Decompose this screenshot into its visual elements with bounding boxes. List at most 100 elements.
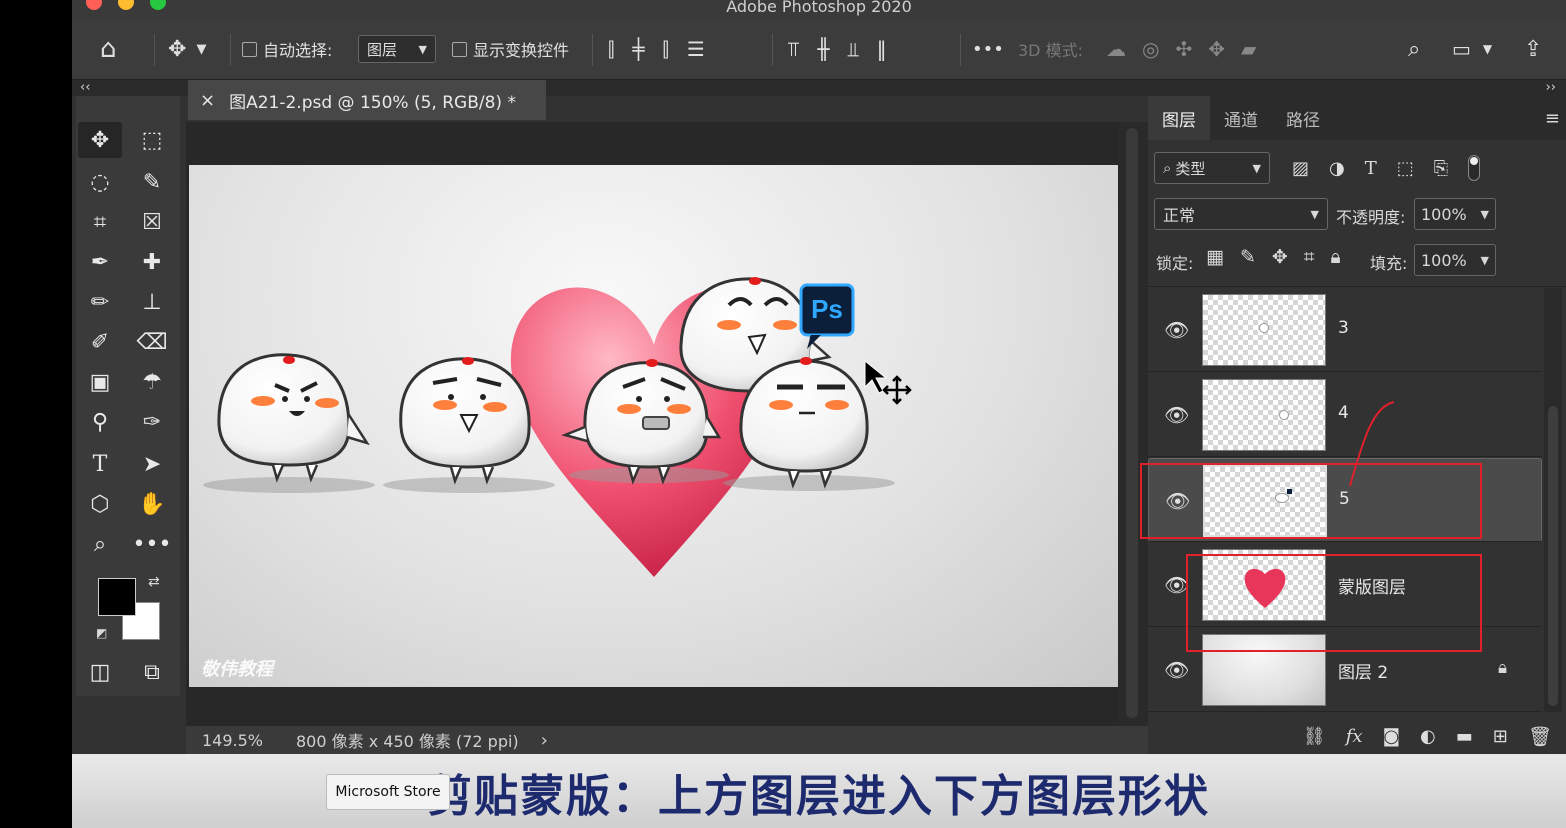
opacity-input[interactable]: 100% ▼ bbox=[1414, 198, 1496, 230]
tab-layers[interactable]: 图层 bbox=[1148, 96, 1210, 140]
adjustment-filter-icon[interactable]: ◑ bbox=[1329, 158, 1345, 179]
fx-button[interactable]: fx bbox=[1346, 726, 1363, 747]
eraser-tool-icon[interactable]: ⌫ bbox=[130, 324, 174, 360]
crop-tool-icon[interactable]: ⌗ bbox=[78, 204, 122, 240]
close-tab-icon[interactable]: × bbox=[200, 90, 215, 111]
history-brush-icon[interactable]: ✐ bbox=[78, 324, 122, 360]
frame-tool-icon[interactable]: ☒ bbox=[130, 204, 174, 240]
align-bottom-icon[interactable]: ⫫ bbox=[847, 37, 876, 61]
workspace-icon[interactable]: ▭ ▼ bbox=[1452, 18, 1492, 80]
more-options-button[interactable]: ••• bbox=[972, 18, 1004, 80]
lock-all-icon[interactable]: 🔒︎ bbox=[1331, 246, 1341, 268]
fill-input[interactable]: 100% ▼ bbox=[1414, 244, 1496, 276]
move-tool-icon[interactable]: ✥ bbox=[78, 122, 122, 158]
align-left-icon[interactable]: ⫿ bbox=[608, 37, 632, 61]
shape-filter-icon[interactable]: ⬚ bbox=[1397, 158, 1414, 179]
add-mask-icon[interactable]: ◙ bbox=[1383, 726, 1400, 747]
pen-tool-icon[interactable]: ✑ bbox=[130, 404, 174, 440]
distribute-h-icon[interactable]: ☰ bbox=[687, 37, 723, 61]
checkbox-box[interactable] bbox=[242, 41, 257, 57]
more-tools-icon[interactable]: ••• bbox=[130, 526, 174, 562]
chevron-down-icon[interactable]: ▼ bbox=[1481, 254, 1489, 267]
scroll-thumb[interactable] bbox=[1126, 128, 1138, 718]
dodge-tool-icon[interactable]: ⚲ bbox=[78, 404, 122, 440]
stamp-tool-icon[interactable]: ⊥ bbox=[130, 284, 174, 320]
share-icon[interactable]: ⇪ bbox=[1524, 18, 1542, 80]
status-menu-arrow[interactable]: › bbox=[541, 730, 548, 751]
move-tool-preset-icon[interactable]: ✥ ▼ bbox=[168, 18, 206, 80]
lock-position-icon[interactable]: ✥ bbox=[1272, 246, 1288, 268]
lock-artboard-icon[interactable]: ⌗ bbox=[1304, 246, 1315, 268]
close-window-button[interactable] bbox=[86, 0, 102, 10]
layers-scrollbar[interactable] bbox=[1544, 288, 1562, 712]
align-top-icon[interactable]: ⫪ bbox=[788, 37, 817, 61]
smudge-tool-icon[interactable]: ☂ bbox=[130, 364, 174, 400]
new-layer-icon[interactable]: ⊞ bbox=[1493, 726, 1508, 747]
slide-3d-icon[interactable]: ✥ bbox=[1208, 37, 1241, 61]
tab-channels[interactable]: 通道 bbox=[1210, 96, 1272, 140]
layer-name[interactable]: 图层 2 bbox=[1338, 658, 1388, 683]
auto-select-checkbox[interactable]: 自动选择: bbox=[242, 18, 332, 80]
chevron-down-icon[interactable]: ▼ bbox=[1481, 208, 1489, 221]
shape-tool-icon[interactable]: ⬡ bbox=[78, 486, 122, 522]
path-select-tool-icon[interactable]: ➤ bbox=[130, 446, 174, 482]
adjustment-layer-icon[interactable]: ◐ bbox=[1420, 726, 1436, 747]
scale-3d-icon[interactable]: ▰ bbox=[1241, 37, 1272, 61]
document-canvas[interactable]: Ps 敬伟教程 bbox=[189, 165, 1118, 687]
align-right-icon[interactable]: ⫿ bbox=[662, 37, 686, 61]
pan-3d-icon[interactable]: ✣ bbox=[1175, 37, 1208, 61]
smart-object-filter-icon[interactable]: ⎘ bbox=[1434, 158, 1448, 179]
checkbox-box[interactable] bbox=[452, 41, 467, 57]
swap-colors-icon[interactable]: ⇄ bbox=[148, 574, 160, 590]
align-buttons[interactable]: ⫿ ╪ ⫿ ☰ bbox=[608, 18, 723, 80]
blend-mode-select[interactable]: 正常 ▼ bbox=[1154, 198, 1328, 230]
filter-toggle[interactable] bbox=[1468, 155, 1481, 181]
screen-mode-icon[interactable]: ⧉ bbox=[130, 654, 174, 690]
default-colors-icon[interactable]: ◩ bbox=[96, 626, 107, 640]
lock-transparent-icon[interactable]: ▦ bbox=[1206, 246, 1224, 268]
brush-tool-icon[interactable]: ✏ bbox=[78, 284, 122, 320]
zoom-window-button[interactable] bbox=[150, 0, 166, 10]
layer-filter-select[interactable]: ⌕ 类型 ▼ bbox=[1154, 152, 1270, 184]
home-icon[interactable]: ⌂ bbox=[100, 18, 117, 80]
scroll-thumb[interactable] bbox=[1548, 406, 1558, 706]
foreground-color-swatch[interactable] bbox=[98, 578, 136, 616]
align-vertical-buttons[interactable]: ⫪ ╫ ⫫ ‖ bbox=[788, 18, 905, 80]
hand-tool-icon[interactable]: ✋ bbox=[130, 486, 174, 522]
image-filter-icon[interactable]: ▨ bbox=[1292, 158, 1309, 179]
zoom-tool-icon[interactable]: ⌕ bbox=[78, 526, 122, 562]
type-tool-icon[interactable]: T bbox=[78, 446, 122, 482]
auto-select-target-select[interactable]: 图层 ▼ bbox=[358, 18, 436, 80]
eyedropper-tool-icon[interactable]: ✒ bbox=[78, 244, 122, 280]
quick-mask-icon[interactable]: ◫ bbox=[78, 654, 122, 690]
tab-paths[interactable]: 路径 bbox=[1272, 96, 1334, 140]
quick-select-tool-icon[interactable]: ✎ bbox=[130, 164, 174, 200]
layer-row[interactable]: 👁︎ 3 bbox=[1148, 288, 1542, 372]
healing-tool-icon[interactable]: ✚ bbox=[130, 244, 174, 280]
align-hcenter-icon[interactable]: ╪ bbox=[632, 37, 662, 61]
lock-pixels-icon[interactable]: ✎ bbox=[1240, 246, 1256, 268]
align-vcenter-icon[interactable]: ╫ bbox=[817, 37, 847, 61]
search-icon[interactable]: ⌕ bbox=[1408, 18, 1420, 80]
roll-3d-icon[interactable]: ◎ bbox=[1142, 37, 1175, 61]
visibility-eye-icon[interactable]: 👁︎ bbox=[1164, 658, 1189, 682]
visibility-eye-icon[interactable]: 👁︎ bbox=[1164, 318, 1189, 342]
show-transform-checkbox[interactable]: 显示变换控件 bbox=[452, 18, 569, 80]
type-filter-icon[interactable]: T bbox=[1365, 158, 1377, 179]
visibility-eye-icon[interactable]: 👁︎ bbox=[1164, 403, 1189, 427]
orbit-3d-icon[interactable]: ☁ bbox=[1106, 37, 1142, 61]
delete-layer-icon[interactable]: 🗑︎ bbox=[1528, 725, 1552, 748]
lasso-tool-icon[interactable]: ◌ bbox=[78, 164, 122, 200]
new-group-icon[interactable]: ▬ bbox=[1456, 726, 1473, 747]
zoom-level[interactable]: 149.5% bbox=[202, 731, 294, 750]
distribute-v-icon[interactable]: ‖ bbox=[877, 37, 905, 61]
minimize-window-button[interactable] bbox=[118, 0, 134, 10]
marquee-tool-icon[interactable]: ⬚ bbox=[130, 122, 174, 158]
collapse-left-icon[interactable]: ‹‹ bbox=[80, 80, 90, 95]
collapse-right-icon[interactable]: ›› bbox=[1546, 80, 1556, 95]
layer-name[interactable]: 3 bbox=[1338, 318, 1349, 338]
3d-mode-buttons[interactable]: ☁ ◎ ✣ ✥ ▰ bbox=[1106, 18, 1272, 80]
gradient-tool-icon[interactable]: ▣ bbox=[78, 364, 122, 400]
document-tab[interactable]: × 图A21-2.psd @ 150% (5, RGB/8) * bbox=[188, 80, 546, 120]
vertical-scrollbar[interactable] bbox=[1118, 122, 1148, 726]
